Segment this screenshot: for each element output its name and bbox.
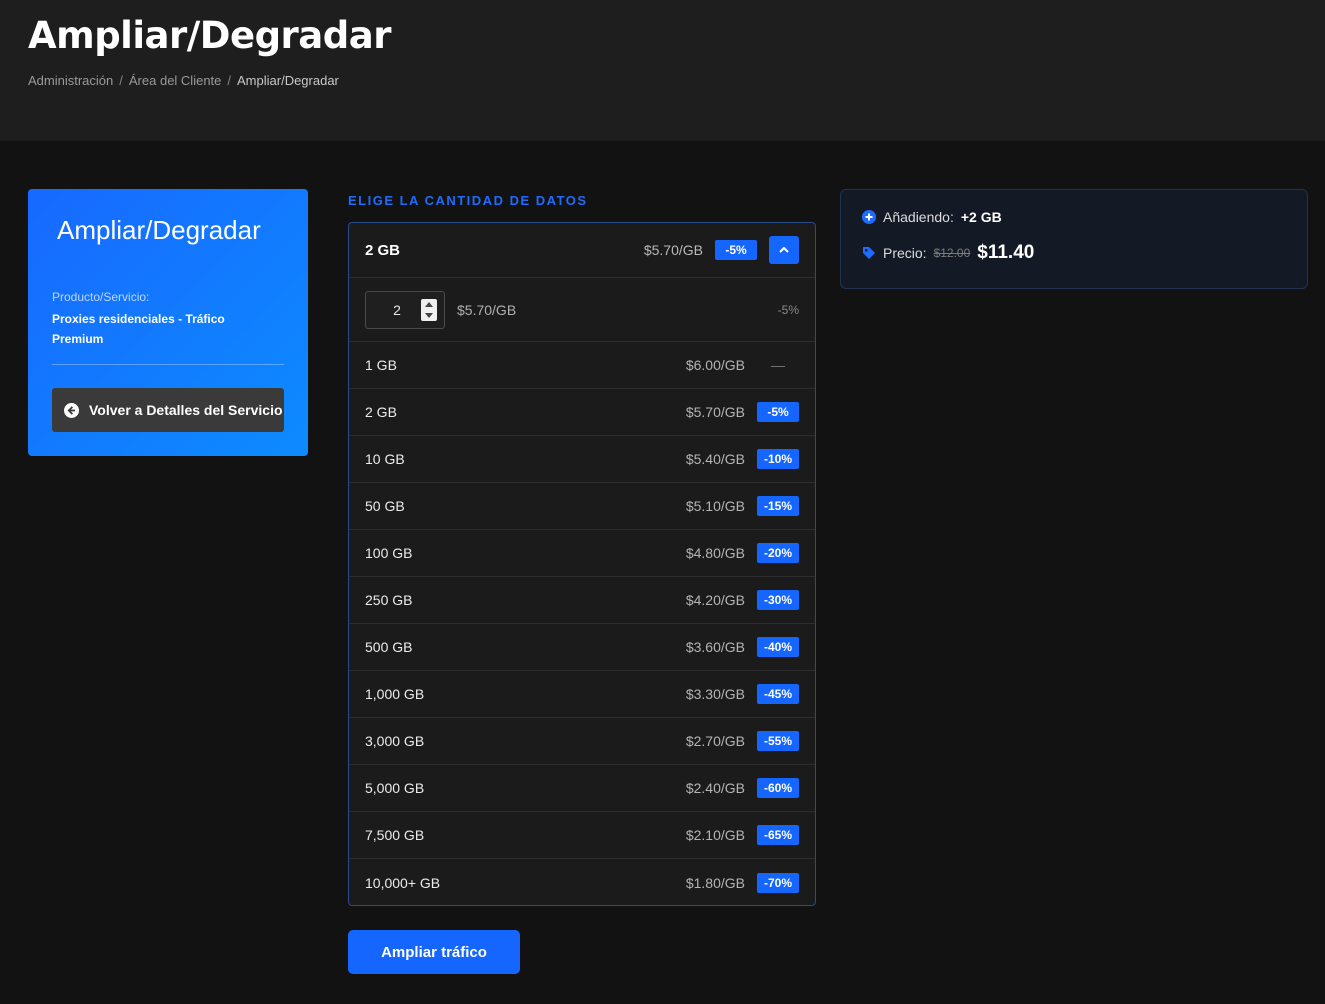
discount-badge: -45% [757,684,799,704]
discount-badge: -5% [715,240,757,260]
option-row[interactable]: 250 GB $4.20/GB -30% [349,577,815,624]
adding-row: Añadiendo: +2 GB [862,209,1002,225]
option-price: $5.10/GB [685,498,745,514]
breadcrumb-item-client-area[interactable]: Área del Cliente [129,73,222,88]
option-price: $5.40/GB [685,451,745,467]
discount-badge: -60% [757,778,799,798]
price-row: Precio: $12.00 $11.40 [862,242,1034,264]
option-list: 1 GB $6.00/GB — 2 GB $5.70/GB -5% 10 GB $5.40/G… [349,342,815,905]
option-price: $1.80/GB [685,874,745,891]
discount-badge: -5% [757,402,799,422]
discount-badge: -30% [757,590,799,610]
plus-circle-icon [862,210,876,224]
caret-down-icon[interactable] [425,312,433,318]
option-amount: 5,000 GB [365,780,425,796]
custom-price: $5.70/GB [457,301,517,318]
option-price: $2.70/GB [685,733,745,749]
option-price: $2.10/GB [685,827,745,843]
option-amount: 1 GB [365,357,397,373]
option-price: $3.60/GB [685,639,745,655]
breadcrumb-separator: / [119,73,123,88]
option-amount: 1,000 GB [365,686,425,702]
old-price: $12.00 [933,246,971,260]
selected-option[interactable]: 2 GB $5.70/GB -5% [349,223,815,278]
option-amount: 50 GB [365,498,405,514]
option-row[interactable]: 10,000+ GB $1.80/GB -70% [349,859,815,905]
option-row[interactable]: 100 GB $4.80/GB -20% [349,530,815,577]
option-amount: 250 GB [365,592,413,608]
breadcrumb-separator: / [227,73,232,88]
quantity-value: 2 [393,301,401,318]
option-amount: 500 GB [365,639,413,655]
back-to-service-button[interactable]: Volver a Detalles del Servicio [52,388,284,432]
caret-up-icon[interactable] [425,301,433,307]
option-price: $2.40/GB [685,780,745,796]
sidebar-card: Ampliar/Degradar Producto/Servicio: Prox… [28,189,308,456]
option-row[interactable]: 3,000 GB $2.70/GB -55% [349,718,815,765]
discount-badge: -40% [757,637,799,657]
option-amount: 10,000+ GB [365,874,441,891]
order-summary: Añadiendo: +2 GB Precio: $12.00 $11.40 [840,189,1308,289]
option-row[interactable]: 5,000 GB $2.40/GB -60% [349,765,815,812]
option-row[interactable]: 2 GB $5.70/GB -5% [349,389,815,436]
option-row[interactable]: 7,500 GB $2.10/GB -65% [349,812,815,859]
adding-label: Añadiendo: [883,209,954,225]
selected-price: $5.70/GB [643,242,703,258]
discount-badge: -15% [757,496,799,516]
discount-badge: -10% [757,449,799,469]
option-price: $4.80/GB [685,545,745,561]
option-amount: 7,500 GB [365,827,425,843]
option-amount: 10 GB [365,451,405,467]
spinner[interactable] [421,298,437,321]
option-row[interactable]: 1 GB $6.00/GB — [349,342,815,389]
custom-quantity-row: 2 $5.70/GB -5% [349,278,815,342]
product-name: Proxies residenciales - Tráfico Premium [52,312,225,346]
divider [52,364,284,365]
option-price: $4.20/GB [685,592,745,608]
section-label: ELIGE LA CANTIDAD DE DATOS [348,193,588,208]
data-amount-selector: 2 GB $5.70/GB -5% 2 $5.70/GB -5% 1 GB $6.… [348,222,816,906]
option-row[interactable]: 10 GB $5.40/GB -10% [349,436,815,483]
option-amount: 3,000 GB [365,733,425,749]
new-price: $11.40 [977,242,1035,263]
breadcrumb: Administración / Área del Cliente / Ampl… [28,73,339,88]
discount-badge: -65% [757,825,799,845]
no-discount: — [771,357,785,373]
custom-discount: -5% [777,302,799,317]
arrow-left-circle-icon [64,402,79,418]
option-row[interactable]: 500 GB $3.60/GB -40% [349,624,815,671]
discount-badge: -20% [757,543,799,563]
page-title: Ampliar/Degradar [28,14,391,57]
adding-value: +2 GB [960,209,1002,225]
option-price: $5.70/GB [685,404,745,420]
price-label: Precio: [883,245,927,261]
sidebar-title: Ampliar/Degradar [57,215,261,245]
page-header: Ampliar/Degradar Administración / Área d… [0,0,1325,141]
back-button-label: Volver a Detalles del Servicio [89,402,283,418]
option-amount: 2 GB [365,404,397,420]
option-amount: 100 GB [365,545,413,561]
option-row[interactable]: 1,000 GB $3.30/GB -45% [349,671,815,718]
breadcrumb-item-admin[interactable]: Administración [28,73,113,88]
option-row[interactable]: 50 GB $5.10/GB -15% [349,483,815,530]
price-tag-icon [863,247,875,259]
option-price: $3.30/GB [685,686,745,702]
collapse-button[interactable] [769,236,799,264]
option-price: $6.00/GB [685,357,745,373]
chevron-up-icon [779,247,789,253]
upgrade-traffic-button[interactable]: Ampliar tráfico [348,930,520,974]
discount-badge: -70% [757,872,799,893]
breadcrumb-item-current: Ampliar/Degradar [237,73,339,88]
selected-amount: 2 GB [365,241,401,259]
discount-badge: -55% [757,731,799,751]
quantity-stepper[interactable]: 2 [365,290,445,329]
product-label: Producto/Servicio: [52,290,150,304]
